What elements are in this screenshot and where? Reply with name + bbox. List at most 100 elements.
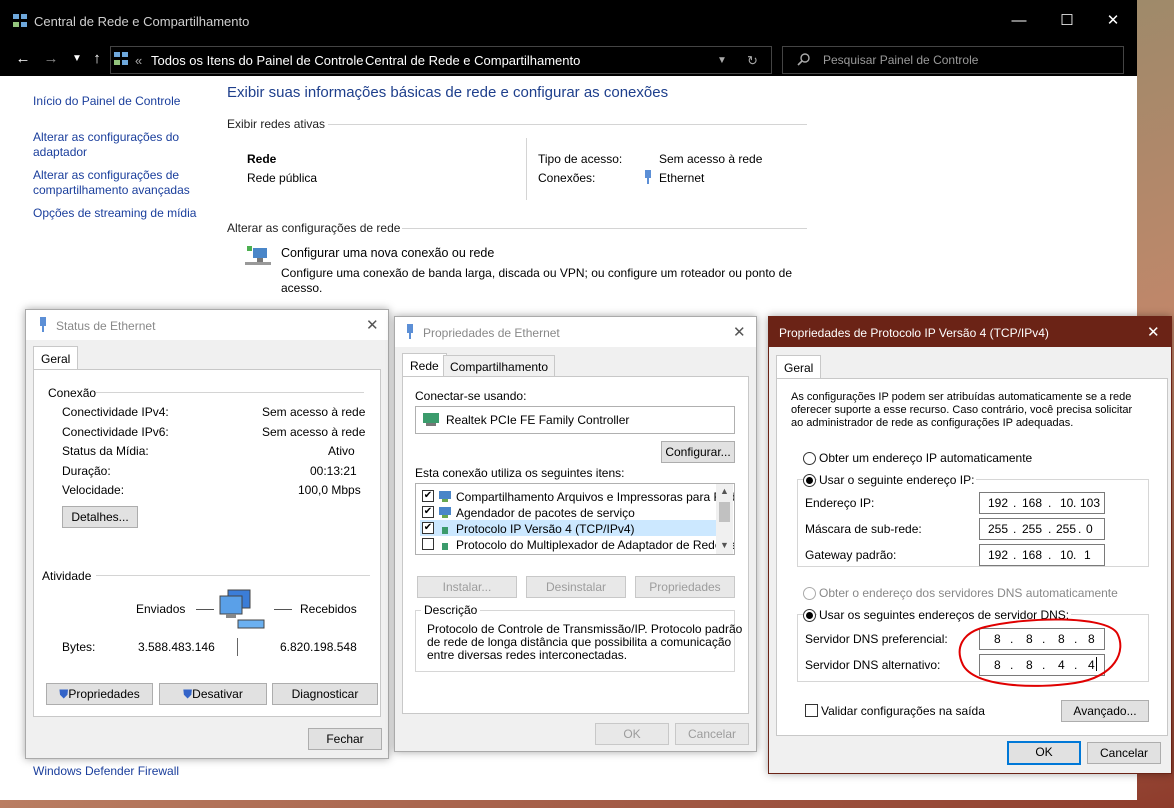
auto-ip-radio[interactable] [803, 452, 816, 465]
network-name: Rede [247, 152, 277, 166]
activity-group-label: Atividade [42, 569, 92, 583]
scroll-up-icon[interactable]: ▲ [720, 486, 729, 496]
shield-icon: ⛊ [59, 687, 69, 701]
install-button[interactable]: Instalar... [417, 576, 517, 598]
tab-geral[interactable]: Geral [776, 355, 822, 380]
up-arrow-icon[interactable]: ↑ [86, 48, 108, 70]
item-checkbox[interactable]: ✔ [422, 522, 434, 534]
breadcrumb-item-all[interactable]: Todos os Itens do Painel de Controle [151, 53, 363, 68]
divider [274, 609, 292, 610]
minimize-button[interactable]: — [996, 8, 1042, 34]
details-button[interactable]: Detalhes... [62, 506, 138, 528]
recent-chevron-down-icon[interactable]: ▼ [66, 48, 88, 70]
search-box[interactable]: Pesquisar Painel de Controle [782, 46, 1124, 74]
network-type[interactable]: Rede pública [247, 171, 317, 185]
maximize-button[interactable]: ☐ [1044, 8, 1090, 34]
ok-button[interactable]: OK [1007, 741, 1081, 765]
sidebar-item-streaming[interactable]: Opções de streaming de mídia [33, 206, 196, 220]
connect-using-label: Conectar-se usando: [415, 389, 527, 403]
sidebar-item-firewall[interactable]: Windows Defender Firewall [33, 764, 179, 778]
address-dropdown-chevron-icon[interactable]: ▼ [717, 55, 727, 66]
status-row-label: Conectividade IPv6: [62, 425, 169, 439]
address-box[interactable]: « Todos os Itens do Painel de Controle ›… [110, 46, 772, 74]
list-item[interactable]: ✔ Agendador de pacotes de serviço [420, 504, 716, 520]
dialog-title-bar: Propriedades de Protocolo IP Versão 4 (T… [769, 317, 1171, 347]
octet: 1 [1084, 548, 1091, 562]
diagnose-button[interactable]: Diagnosticar [272, 683, 378, 705]
ethernet-plug-icon [645, 170, 651, 184]
items-list[interactable]: ✔ Compartilhamento Arquivos e Impressora… [415, 483, 735, 555]
ip-address-label: Endereço IP: [805, 496, 875, 510]
items-label: Esta conexão utiliza os seguintes itens: [415, 466, 625, 480]
properties-button[interactable]: ⛊Propriedades [46, 683, 153, 705]
disable-button[interactable]: ⛊Desativar [159, 683, 267, 705]
item-checkbox[interactable]: ✔ [422, 506, 434, 518]
sidebar-item-home[interactable]: Início do Painel de Controle [33, 94, 180, 108]
gateway-label: Gateway padrão: [805, 548, 897, 562]
ethernet-connection-link[interactable]: Ethernet [659, 171, 704, 185]
new-connection-desc: Configure uma conexão de banda larga, di… [281, 266, 793, 280]
alternate-dns-label: Servidor DNS alternativo: [805, 658, 941, 672]
cancel-button[interactable]: Cancelar [675, 723, 749, 745]
breadcrumb-chevron-icon: › [349, 53, 354, 68]
list-item[interactable]: Protocolo do Multiplexador de Adaptador … [420, 536, 734, 552]
access-type-label: Tipo de acesso: [538, 152, 623, 166]
scroll-thumb[interactable] [719, 502, 730, 522]
tab-geral[interactable]: Geral [33, 346, 79, 371]
close-icon[interactable]: ✕ [733, 323, 746, 341]
dialog-title-bar: Status de Ethernet ✕ [26, 310, 388, 340]
manual-ip-radio[interactable] [803, 474, 816, 487]
tab-rede[interactable]: Rede [402, 353, 447, 378]
connections-label: Conexões: [538, 171, 596, 185]
breadcrumb-item-current[interactable]: Central de Rede e Compartilhamento [365, 53, 580, 68]
octet: 10 [1060, 548, 1074, 562]
new-connection-link[interactable]: Configurar uma nova conexão ou rede [281, 246, 494, 260]
auto-dns-radio[interactable] [803, 587, 816, 600]
subnet-mask-field[interactable]: 255. 255. 255. 0 [979, 518, 1105, 540]
ok-button[interactable]: OK [595, 723, 669, 745]
sidebar-item-adapter-1[interactable]: Alterar as configurações do [33, 130, 179, 144]
sidebar-item-adapter-2[interactable]: adaptador [33, 145, 87, 159]
protocol-icon [442, 543, 448, 550]
ip-address-field[interactable]: 192. 168. 10. 103 [979, 492, 1105, 514]
octet: 10 [1060, 496, 1074, 510]
breadcrumb-separator: « [135, 53, 143, 68]
close-button[interactable]: Fechar [308, 728, 382, 750]
item-checkbox[interactable] [422, 538, 434, 550]
dialog-title: Propriedades de Protocolo IP Versão 4 (T… [779, 326, 1049, 340]
list-item[interactable]: ✔ Compartilhamento Arquivos e Impressora… [420, 488, 734, 504]
auto-dns-label[interactable]: Obter o endereço dos servidores DNS auto… [819, 586, 1118, 600]
validate-label[interactable]: Validar configurações na saída [821, 704, 985, 718]
back-arrow-icon[interactable]: ← [12, 48, 34, 70]
divider [237, 638, 238, 656]
refresh-icon[interactable]: ↻ [747, 53, 758, 69]
intro-text: As configurações IP podem ser atribuídas… [791, 391, 1132, 403]
status-row-label: Conectividade IPv4: [62, 405, 169, 419]
gateway-field[interactable]: 192. 168. 10. 1 [979, 544, 1105, 566]
scroll-down-icon[interactable]: ▼ [720, 540, 729, 550]
list-item-selected[interactable]: ✔ Protocolo IP Versão 4 (TCP/IPv4) [420, 520, 716, 536]
tab-compartilhamento[interactable]: Compartilhamento [443, 355, 556, 378]
intro-text: oferecer suporte a esse recurso. Caso co… [791, 404, 1133, 416]
auto-ip-label[interactable]: Obter um endereço IP automaticamente [819, 451, 1032, 465]
status-row-value: Sem acesso à rede [262, 405, 366, 419]
uninstall-button[interactable]: Desinstalar [526, 576, 626, 598]
section-change-settings: Alterar as configurações de rede [227, 221, 401, 235]
close-button[interactable]: ✕ [1090, 8, 1136, 34]
validate-checkbox[interactable] [805, 704, 818, 717]
close-icon[interactable]: ✕ [1147, 323, 1160, 341]
configure-button[interactable]: Configurar... [661, 441, 735, 463]
octet: 192 [988, 548, 1009, 562]
manual-ip-label[interactable]: Usar o seguinte endereço IP: [817, 473, 977, 487]
close-icon[interactable]: ✕ [366, 316, 379, 334]
sidebar-item-sharing-1[interactable]: Alterar as configurações de [33, 168, 179, 182]
cancel-button[interactable]: Cancelar [1087, 742, 1161, 764]
list-scrollbar[interactable]: ▲ ▼ [716, 484, 733, 554]
properties-button[interactable]: Propriedades [635, 576, 735, 598]
ethernet-status-dialog: Status de Ethernet ✕ Geral Conexão Conec… [25, 309, 389, 759]
item-checkbox[interactable]: ✔ [422, 490, 434, 502]
advanced-button[interactable]: Avançado... [1061, 700, 1149, 722]
sidebar-item-sharing-2[interactable]: compartilhamento avançadas [33, 183, 190, 197]
manual-dns-radio[interactable] [803, 609, 816, 622]
forward-arrow-icon[interactable]: → [40, 48, 62, 70]
